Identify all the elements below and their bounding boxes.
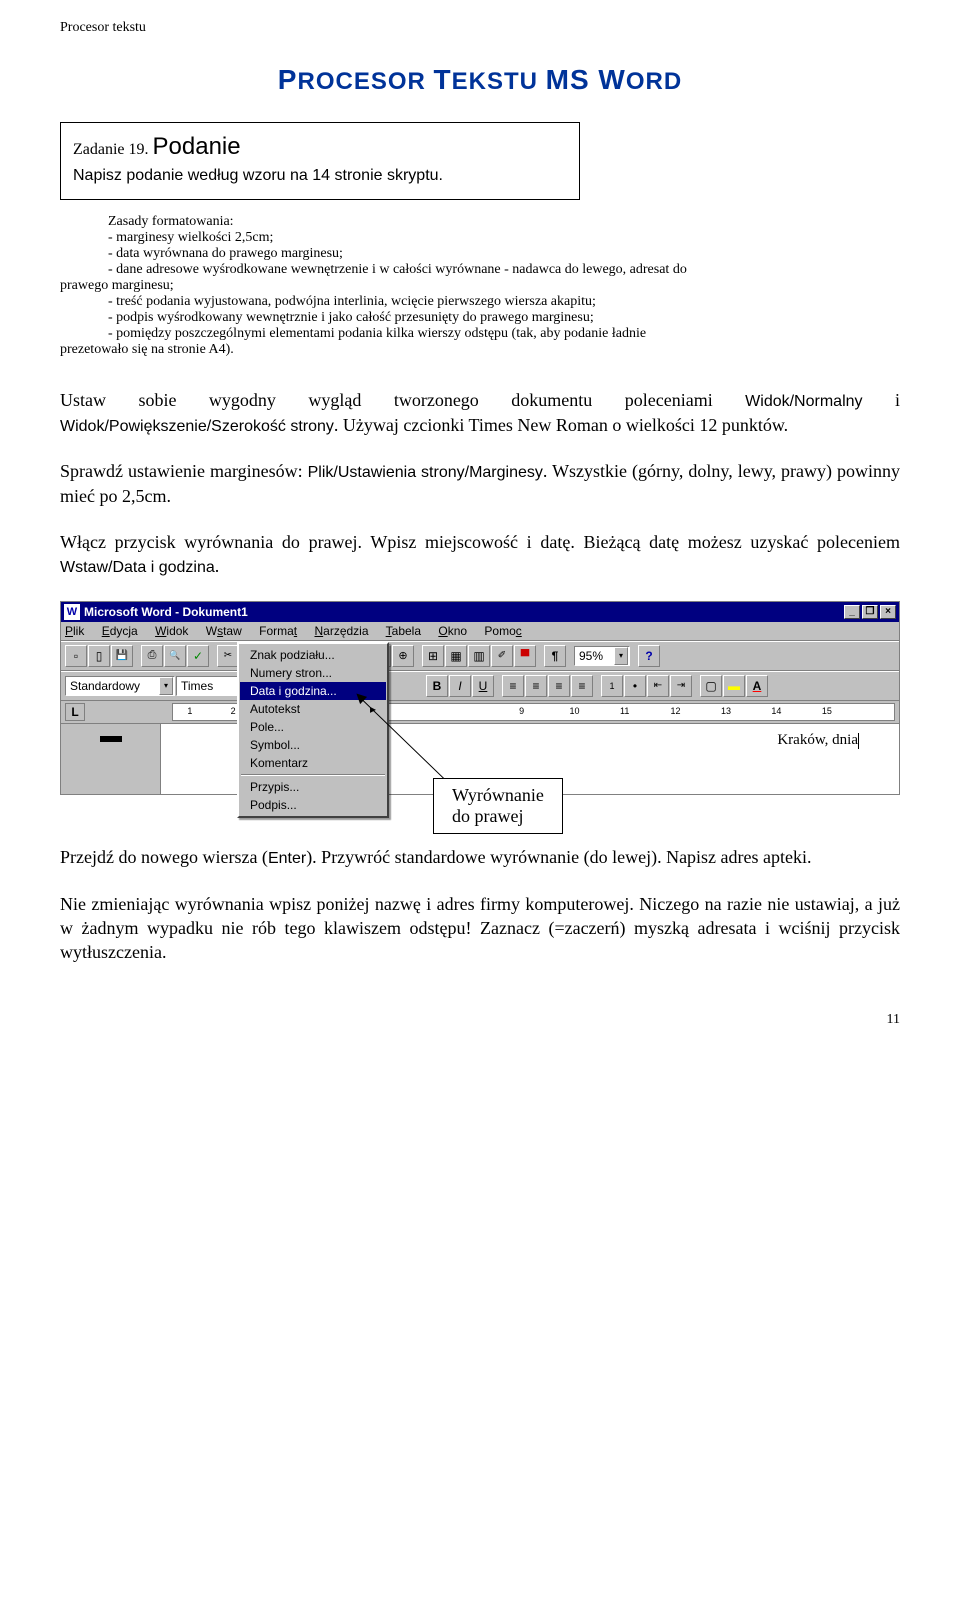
zoom-dropdown[interactable]: 95% [574, 646, 630, 666]
minimize-button[interactable]: _ [844, 605, 860, 619]
running-header: Procesor tekstu [60, 20, 900, 36]
highlight-button[interactable] [723, 675, 745, 697]
align-center-button[interactable] [525, 675, 547, 697]
columns-button[interactable] [468, 645, 490, 667]
page-number: 11 [60, 1012, 900, 1028]
increase-indent-button[interactable] [670, 675, 692, 697]
restore-button[interactable]: ❐ [862, 605, 878, 619]
italic-button[interactable]: I [449, 675, 471, 697]
word-icon: W [64, 604, 80, 620]
paragraph-2: Sprawdź ustawienie marginesów: Plik/Usta… [60, 459, 900, 508]
task-name: Podanie [153, 133, 241, 160]
titlebar: W Microsoft Word - Dokument1 _ ❐ × [61, 602, 899, 622]
ruler-row: L 1 2 3 4 9 10 11 12 13 14 15 [61, 701, 899, 724]
formatting-rules: Zasady formatowania: - marginesy wielkoś… [60, 214, 900, 358]
menu-wstaw[interactable]: Wstaw [206, 624, 242, 638]
menu-item-podpis[interactable]: Podpis... [240, 796, 386, 814]
chart-button[interactable] [514, 645, 536, 667]
align-right-button[interactable] [548, 675, 570, 697]
numbered-list-button[interactable] [601, 675, 623, 697]
menu-edycja[interactable]: Edycja [102, 624, 138, 638]
save-button[interactable] [111, 645, 133, 667]
decrease-indent-button[interactable] [647, 675, 669, 697]
menu-item-pole[interactable]: Pole... [240, 718, 386, 736]
borders-button[interactable] [700, 675, 722, 697]
close-button[interactable]: × [880, 605, 896, 619]
cut-button[interactable] [217, 645, 239, 667]
web-toolbar-button[interactable] [392, 645, 414, 667]
print-preview-button[interactable] [164, 645, 186, 667]
page-title: PROCESOR TEKSTU MS WORD [60, 64, 900, 96]
menu-item-znak-podzialu[interactable]: Znak podziału... [240, 646, 386, 664]
window-title: Microsoft Word - Dokument1 [84, 605, 248, 619]
insert-table-button[interactable] [422, 645, 444, 667]
align-justify-button[interactable] [571, 675, 593, 697]
menu-format[interactable]: Format [259, 624, 297, 638]
bullet-list-button[interactable] [624, 675, 646, 697]
show-paragraph-button[interactable] [544, 645, 566, 667]
paragraph-4: Przejdź do nowego wiersza (Enter). Przyw… [60, 845, 900, 870]
font-color-button[interactable] [746, 675, 768, 697]
menu-item-numery-stron[interactable]: Numery stron... [240, 664, 386, 682]
menu-plik[interactable]: Plik [65, 624, 84, 638]
help-button[interactable] [638, 645, 660, 667]
menu-okno[interactable]: Okno [438, 624, 467, 638]
word-screenshot: W Microsoft Word - Dokument1 _ ❐ × Plik … [60, 601, 900, 795]
align-left-button[interactable] [502, 675, 524, 697]
menu-tabela[interactable]: Tabela [386, 624, 421, 638]
paragraph-5: Nie zmieniając wyrównania wpisz poniżej … [60, 892, 900, 965]
menubar[interactable]: Plik Edycja Widok Wstaw Format Narzędzia… [61, 622, 899, 641]
menu-item-komentarz[interactable]: Komentarz [240, 754, 386, 772]
tab-selector[interactable]: L [65, 703, 85, 721]
paragraph-3: Włącz przycisk wyrównania do prawej. Wpi… [60, 530, 900, 579]
left-margin [61, 724, 161, 794]
bold-button[interactable]: B [426, 675, 448, 697]
spellcheck-button[interactable] [187, 645, 209, 667]
new-button[interactable] [65, 645, 87, 667]
task-number: Zadanie 19. [73, 141, 149, 158]
paragraph-1: Ustaw sobie wygodny wygląd tworzonego do… [60, 388, 900, 437]
menu-item-symbol[interactable]: Symbol... [240, 736, 386, 754]
menu-narzedzia[interactable]: Narzędzia [314, 624, 368, 638]
open-button[interactable] [88, 645, 110, 667]
task-box: Zadanie 19. Podanie Napisz podanie wedłu… [60, 122, 580, 200]
print-button[interactable] [141, 645, 163, 667]
underline-button[interactable]: U [472, 675, 494, 697]
menu-widok[interactable]: Widok [155, 624, 188, 638]
insert-excel-button[interactable] [445, 645, 467, 667]
task-instruction: Napisz podanie według wzoru na 14 stroni… [73, 167, 567, 185]
menu-item-przypis[interactable]: Przypis... [240, 778, 386, 796]
menu-pomoc[interactable]: Pomoc [484, 624, 521, 638]
callout-label: Wyrównanie do prawej [433, 778, 563, 834]
page-mark-icon [100, 736, 122, 742]
standard-toolbar: 95% [61, 641, 899, 671]
text-cursor-icon [858, 733, 859, 749]
style-dropdown[interactable]: Standardowy [65, 676, 175, 696]
drawing-button[interactable] [491, 645, 513, 667]
insert-dropdown-menu[interactable]: Znak podziału... Numery stron... Data i … [237, 642, 389, 818]
formatting-toolbar: Standardowy Times B I U [61, 671, 899, 701]
